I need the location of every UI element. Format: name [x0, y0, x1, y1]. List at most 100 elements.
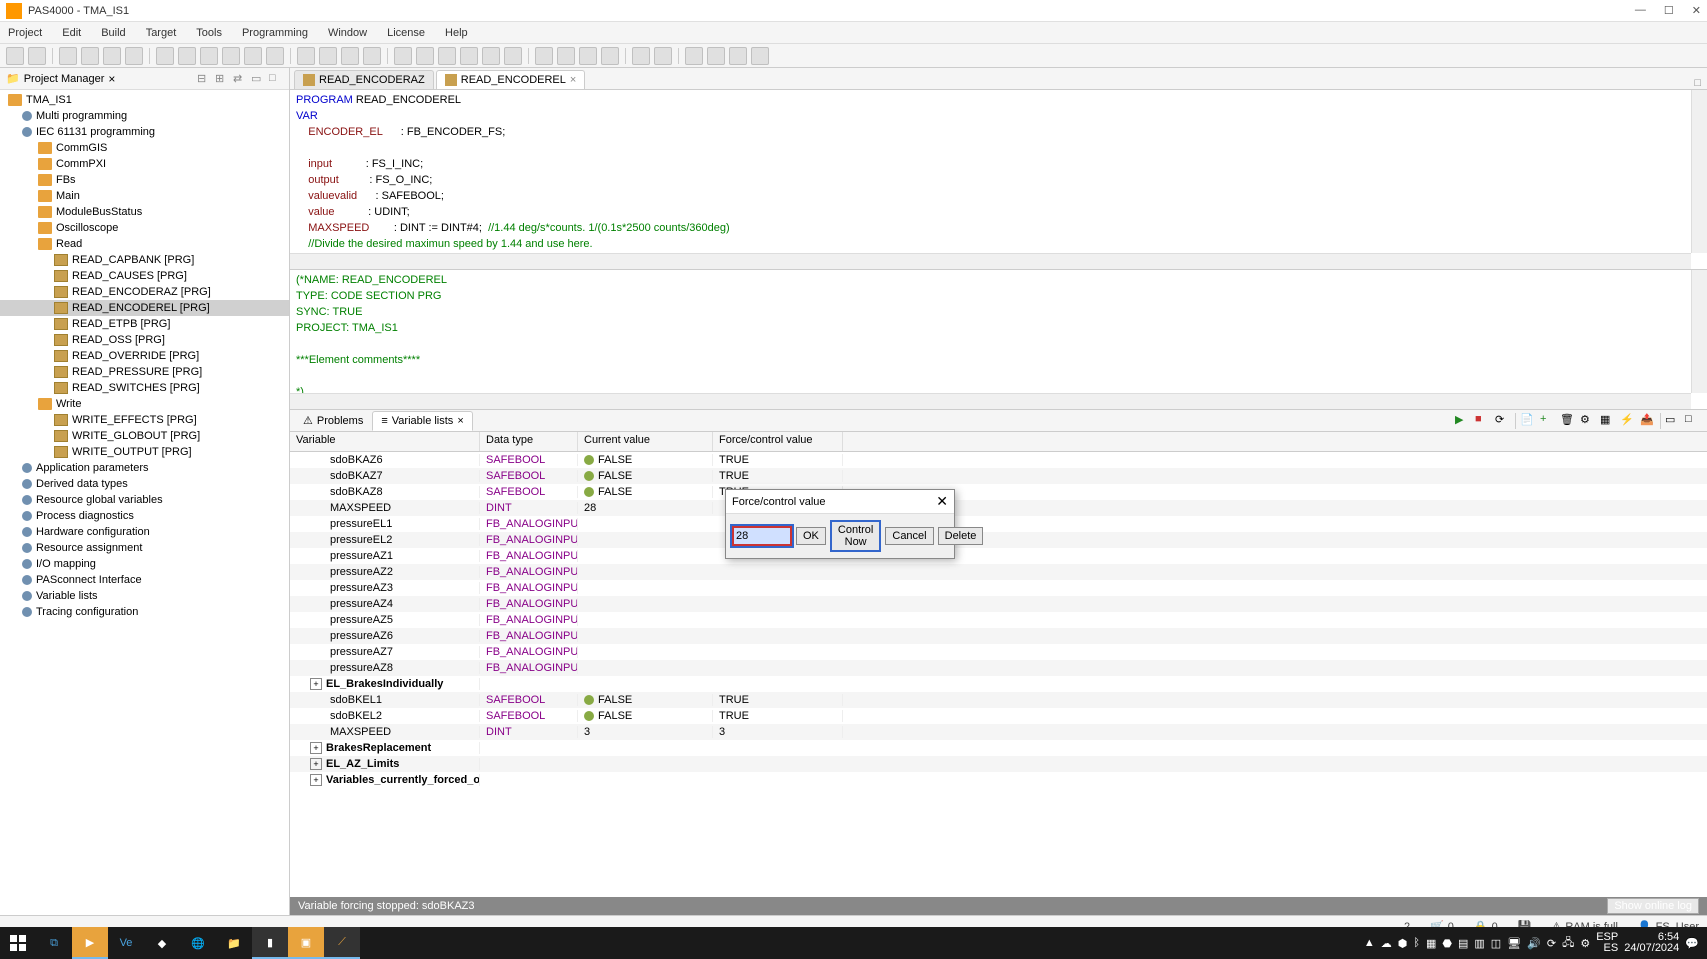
- menu-window[interactable]: Window: [324, 25, 371, 41]
- tree-item[interactable]: Application parameters: [0, 460, 289, 476]
- tree-item[interactable]: Read: [0, 236, 289, 252]
- toolbar-button-5[interactable]: [125, 47, 143, 65]
- taskbar-terminal[interactable]: ▮: [252, 927, 288, 959]
- var-row[interactable]: pressureAZ8FB_ANALOGINPUT: [290, 660, 1707, 676]
- taskbar-pas4000[interactable]: ▣: [288, 927, 324, 959]
- toolbar-button-19[interactable]: [460, 47, 478, 65]
- expand-all-icon[interactable]: ⊞: [215, 72, 229, 86]
- dialog-close-icon[interactable]: ✕: [936, 493, 948, 510]
- toolbar-button-25[interactable]: [601, 47, 619, 65]
- tree-item[interactable]: CommGIS: [0, 140, 289, 156]
- toolbar-button-27[interactable]: [654, 47, 672, 65]
- var-row[interactable]: pressureEL2FB_ANALOGINPUT: [290, 532, 1707, 548]
- tree-item[interactable]: READ_OSS [PRG]: [0, 332, 289, 348]
- tree-item[interactable]: Process diagnostics: [0, 508, 289, 524]
- tab-read-encoderel[interactable]: READ_ENCODEREL ×: [436, 70, 586, 89]
- hscrollbar[interactable]: [290, 253, 1691, 269]
- tree-item[interactable]: CommPXI: [0, 156, 289, 172]
- tree-item[interactable]: READ_CAUSES [PRG]: [0, 268, 289, 284]
- tree-item[interactable]: Resource global variables: [0, 492, 289, 508]
- toolbar-button-7[interactable]: [178, 47, 196, 65]
- menu-help[interactable]: Help: [441, 25, 472, 41]
- tray-icon[interactable]: ☁: [1381, 937, 1392, 950]
- tree-item[interactable]: READ_PRESSURE [PRG]: [0, 364, 289, 380]
- menu-edit[interactable]: Edit: [58, 25, 85, 41]
- var-row[interactable]: sdoBKEL2SAFEBOOLFALSETRUE: [290, 708, 1707, 724]
- toolbar-button-21[interactable]: [504, 47, 522, 65]
- var-group-row[interactable]: +Variables_currently_forced_on_device: [290, 772, 1707, 788]
- plus-icon[interactable]: +: [1540, 413, 1556, 429]
- menu-tools[interactable]: Tools: [192, 25, 226, 41]
- tray-icon[interactable]: ⚙: [1580, 937, 1590, 950]
- minimize-icon[interactable]: ▭: [1665, 413, 1681, 429]
- collapse-all-icon[interactable]: ⊟: [197, 72, 211, 86]
- start-button[interactable]: [0, 927, 36, 959]
- keyboard-layout[interactable]: ES: [1596, 943, 1618, 954]
- col-force[interactable]: Force/control value: [713, 432, 843, 451]
- taskbar-app-vscode[interactable]: ⧉: [36, 927, 72, 959]
- vscrollbar[interactable]: [1691, 270, 1707, 393]
- add-icon[interactable]: 📄: [1520, 413, 1536, 429]
- tree-item[interactable]: Tracing configuration: [0, 604, 289, 620]
- clock-date[interactable]: 24/07/2024: [1624, 943, 1679, 954]
- tab-read-encoderaz[interactable]: READ_ENCODERAZ: [294, 70, 434, 89]
- declaration-pane[interactable]: PROGRAM READ_ENCODERELVAR ENCODER_EL : F…: [290, 90, 1707, 270]
- toolbar-button-20[interactable]: [482, 47, 500, 65]
- tree-item[interactable]: WRITE_EFFECTS [PRG]: [0, 412, 289, 428]
- hscrollbar[interactable]: [290, 393, 1691, 409]
- tree-item[interactable]: Main: [0, 188, 289, 204]
- tray-icon[interactable]: ▦: [1426, 937, 1436, 950]
- toolbar-button-3[interactable]: [81, 47, 99, 65]
- var-row[interactable]: sdoBKAZ6SAFEBOOLFALSETRUE: [290, 452, 1707, 468]
- tray-icon[interactable]: ▥: [1474, 937, 1484, 950]
- tree-item[interactable]: READ_SWITCHES [PRG]: [0, 380, 289, 396]
- expand-icon[interactable]: +: [310, 742, 322, 754]
- tree-item[interactable]: PASconnect Interface: [0, 572, 289, 588]
- tree-item[interactable]: Write: [0, 396, 289, 412]
- var-row[interactable]: pressureAZ5FB_ANALOGINPUT: [290, 612, 1707, 628]
- tray-icon[interactable]: ⬢: [1398, 937, 1408, 950]
- toolbar-button-26[interactable]: [632, 47, 650, 65]
- play-icon[interactable]: ▶: [1455, 413, 1471, 429]
- variable-table[interactable]: Variable Data type Current value Force/c…: [290, 432, 1707, 897]
- tab-variable-lists[interactable]: ≡ Variable lists ×: [372, 411, 472, 431]
- toolbar-button-24[interactable]: [579, 47, 597, 65]
- expand-icon[interactable]: +: [310, 774, 322, 786]
- var-group-row[interactable]: +EL_AZ_Limits: [290, 756, 1707, 772]
- var-row[interactable]: pressureAZ6FB_ANALOGINPUT: [290, 628, 1707, 644]
- var-row[interactable]: MAXSPEEDDINT28: [290, 500, 1707, 516]
- toolbar-button-10[interactable]: [244, 47, 262, 65]
- ok-button[interactable]: OK: [796, 527, 826, 545]
- control-now-button[interactable]: Control Now: [830, 520, 881, 552]
- menu-project[interactable]: Project: [4, 25, 46, 41]
- var-row[interactable]: sdoBKEL1SAFEBOOLFALSETRUE: [290, 692, 1707, 708]
- taskbar-app-3[interactable]: ◆: [144, 927, 180, 959]
- tree-item[interactable]: READ_ENCODERAZ [PRG]: [0, 284, 289, 300]
- tree-item[interactable]: WRITE_OUTPUT [PRG]: [0, 444, 289, 460]
- project-tree[interactable]: TMA_IS1Multi programmingIEC 61131 progra…: [0, 90, 289, 915]
- export-icon[interactable]: 📤: [1640, 413, 1656, 429]
- toolbar-button-17[interactable]: [416, 47, 434, 65]
- menu-programming[interactable]: Programming: [238, 25, 312, 41]
- remove-icon[interactable]: 🗑: [1560, 413, 1576, 429]
- tray-icon[interactable]: ◫: [1491, 937, 1501, 950]
- tree-item[interactable]: TMA_IS1: [0, 92, 289, 108]
- tree-item[interactable]: I/O mapping: [0, 556, 289, 572]
- toolbar-button-8[interactable]: [200, 47, 218, 65]
- tray-icon[interactable]: ▲: [1364, 937, 1375, 949]
- toolbar-button-22[interactable]: [535, 47, 553, 65]
- toolbar-button-12[interactable]: [297, 47, 315, 65]
- tree-item[interactable]: WRITE_GLOBOUT [PRG]: [0, 428, 289, 444]
- expand-icon[interactable]: +: [310, 758, 322, 770]
- tree-item[interactable]: Multi programming: [0, 108, 289, 124]
- link-editor-icon[interactable]: ⇄: [233, 72, 247, 86]
- menu-build[interactable]: Build: [97, 25, 129, 41]
- menu-license[interactable]: License: [383, 25, 429, 41]
- tree-item[interactable]: ModuleBusStatus: [0, 204, 289, 220]
- expand-icon[interactable]: +: [310, 678, 322, 690]
- maximize-panel-icon[interactable]: □: [269, 72, 283, 86]
- menu-target[interactable]: Target: [142, 25, 181, 41]
- toolbar-button-2[interactable]: [59, 47, 77, 65]
- minimize-panel-icon[interactable]: ▭: [251, 72, 265, 86]
- tray-icon[interactable]: ⟳: [1547, 937, 1556, 950]
